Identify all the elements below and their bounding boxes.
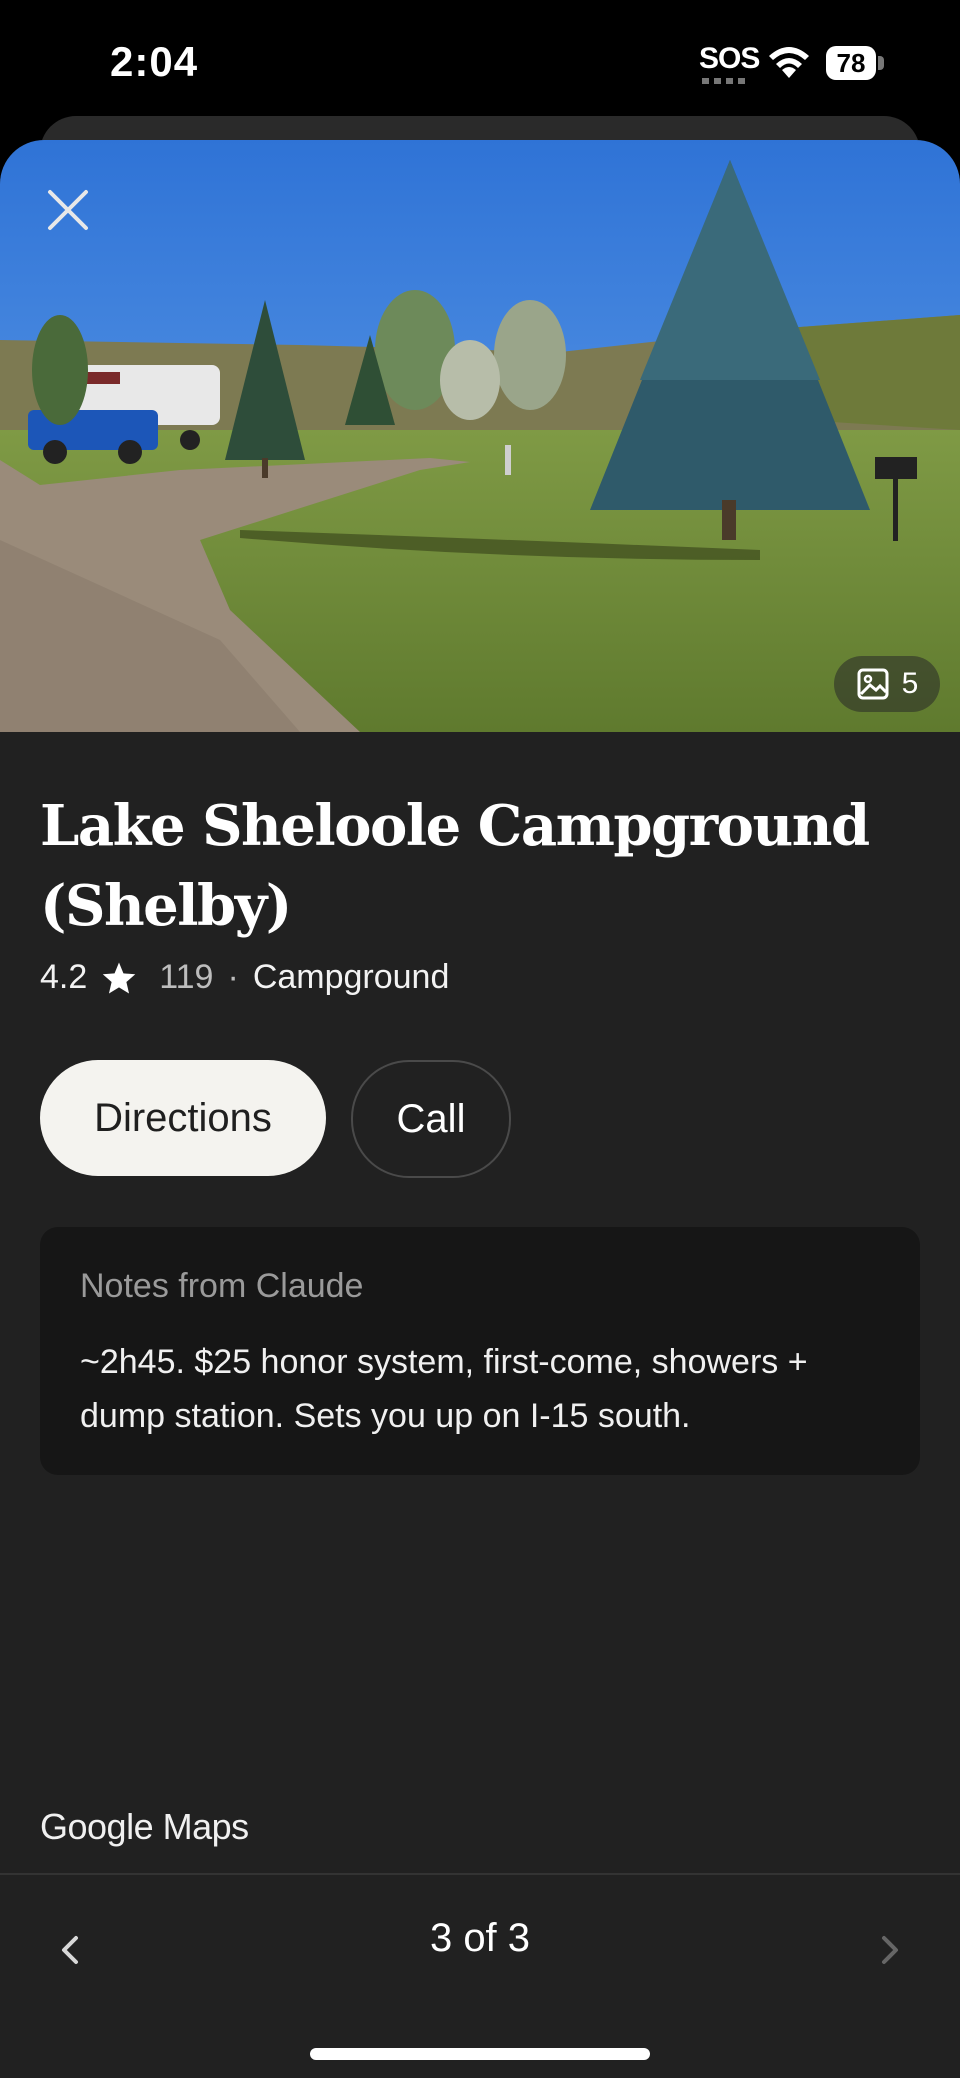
call-button[interactable]: Call [351,1060,511,1178]
battery-icon: 78 [826,46,876,80]
rating-value: 4.2 [40,958,88,996]
place-sheet: 5 Lake Sheloole Campground (Shelby) 4.2 … [0,140,960,2078]
photo-count: 5 [901,667,919,700]
notes-body: ~2h45. $25 honor system, first-come, sho… [80,1343,808,1435]
sos-indicator: SOS [699,42,760,75]
star-icon [103,961,136,994]
pager-divider [0,1873,960,1875]
place-title: Lake Sheloole Campground (Shelby) [40,793,870,939]
campground-photo [0,140,960,732]
status-time: 2:04 [110,38,199,85]
place-meta: 4.2 119 · Campground [40,958,449,997]
brand-google: Google [40,1806,154,1847]
photo-count-badge[interactable]: 5 [834,656,940,712]
notes-label: Notes from Claude [80,1267,364,1305]
wifi-icon [769,47,809,78]
battery-cap [878,56,884,70]
meta-separator: · [227,958,239,996]
home-indicator[interactable] [310,2048,650,2060]
place-category: Campground [252,958,450,996]
pager-indicator: 3 of 3 [429,1916,531,1960]
hero-photo[interactable]: 5 [0,140,960,732]
review-count: 119 [159,958,214,996]
signal-dots [702,78,748,84]
photos-icon [857,668,889,700]
directions-button[interactable]: Directions [40,1060,326,1176]
chevron-right-icon[interactable] [870,1920,910,1980]
close-icon[interactable] [38,180,98,240]
google-maps-attribution: Google Maps [40,1806,249,1848]
notes-card: Notes from Claude ~2h45. $25 honor syste… [40,1227,920,1475]
brand-maps: Maps [162,1806,250,1847]
status-bar: 2:04 SOS 78 [0,0,960,120]
